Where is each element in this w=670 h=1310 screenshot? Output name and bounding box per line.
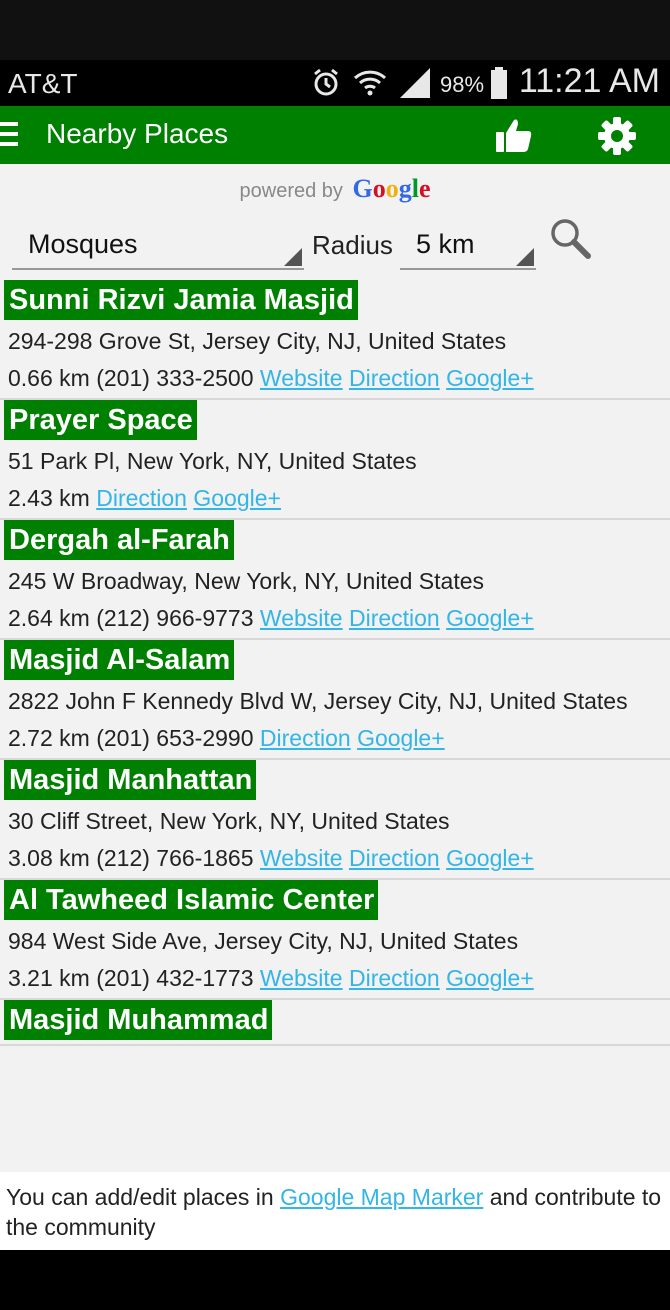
google-plus-link[interactable]: Google+ — [446, 845, 534, 871]
google-plus-link[interactable]: Google+ — [446, 605, 534, 631]
place-name[interactable]: Sunni Rizvi Jamia Masjid — [4, 280, 358, 320]
website-link[interactable]: Website — [260, 605, 343, 631]
place-address: 51 Park Pl, New York, NY, United States — [8, 448, 417, 474]
direction-link[interactable]: Direction — [260, 725, 351, 751]
menu-icon[interactable] — [0, 122, 20, 148]
place-name[interactable]: Masjid Muhammad — [4, 1000, 273, 1040]
place-distance: 3.08 km — [8, 845, 90, 871]
list-item: Dergah al-Farah 245 W Broadway, New York,… — [0, 520, 670, 640]
place-meta: 3.08 km (212) 766-1865 Website Direction… — [0, 837, 670, 874]
powered-by-text: powered by — [239, 180, 343, 202]
place-address: 2822 John F Kennedy Blvd W, Jersey City,… — [8, 688, 628, 714]
bottom-black-bar — [0, 1250, 670, 1310]
dropdown-triangle-icon — [284, 248, 302, 266]
place-distance: 0.66 km — [8, 365, 90, 391]
gear-icon[interactable] — [596, 116, 638, 160]
place-distance: 2.43 km — [8, 485, 90, 511]
place-distance: 2.72 km — [8, 725, 90, 751]
place-name[interactable]: Dergah al-Farah — [4, 520, 234, 560]
radius-value: 5 km — [416, 229, 475, 259]
radius-label: Radius — [312, 230, 393, 260]
website-link[interactable]: Website — [260, 965, 343, 991]
place-address: 984 West Side Ave, Jersey City, NJ, Unit… — [8, 928, 519, 954]
app-title: Nearby Places — [46, 118, 229, 149]
list-item: Prayer Space 51 Park Pl, New York, NY, Un… — [0, 400, 670, 520]
footer-prefix: You can add/edit places in — [6, 1184, 274, 1210]
radius-spinner[interactable]: 5 km — [400, 226, 536, 270]
website-link[interactable]: Website — [260, 845, 343, 871]
google-plus-link[interactable]: Google+ — [446, 365, 534, 391]
direction-link[interactable]: Direction — [349, 845, 440, 871]
category-spinner[interactable]: Mosques — [12, 226, 304, 270]
place-distance: 2.64 km — [8, 605, 90, 631]
content-area: powered by Google Mosques Radius 5 km Su… — [0, 164, 670, 1172]
top-black-bar — [0, 0, 670, 60]
direction-link[interactable]: Direction — [349, 965, 440, 991]
signal-icon — [398, 66, 432, 104]
place-phone[interactable]: (212) 966-9773 — [96, 605, 253, 631]
website-link[interactable]: Website — [260, 365, 343, 391]
place-meta: 2.64 km (212) 966-9773 Website Direction… — [0, 597, 670, 634]
direction-link[interactable]: Direction — [349, 365, 440, 391]
place-meta: 0.66 km (201) 333-2500 Website Direction… — [0, 357, 670, 394]
list-item: Masjid Muhammad — [0, 1000, 670, 1046]
place-meta: 3.21 km (201) 432-1773 Website Direction… — [0, 957, 670, 994]
alarm-icon — [312, 66, 340, 104]
place-name[interactable]: Al Tawheed Islamic Center — [4, 880, 379, 920]
list-item: Sunni Rizvi Jamia Masjid 294-298 Grove St… — [0, 280, 670, 400]
google-plus-link[interactable]: Google+ — [357, 725, 445, 751]
battery-percent: 98% — [440, 72, 485, 97]
carrier-label: AT&T — [8, 68, 78, 99]
place-name[interactable]: Masjid Manhattan — [4, 760, 257, 800]
place-name[interactable]: Masjid Al-Salam — [4, 640, 235, 680]
direction-link[interactable]: Direction — [96, 485, 187, 511]
place-meta: 2.43 km Direction Google+ — [0, 477, 670, 514]
clock: 11:21 AM — [518, 62, 660, 100]
status-bar: AT&T 98% 11:21 AM — [0, 60, 670, 106]
footer-note: You can add/edit places in Google Map Ma… — [0, 1172, 670, 1250]
app-bar: Nearby Places — [0, 106, 670, 164]
places-list: Sunni Rizvi Jamia Masjid 294-298 Grove St… — [0, 280, 670, 1046]
place-name[interactable]: Prayer Space — [4, 400, 197, 440]
thumbs-up-icon[interactable] — [494, 116, 534, 158]
place-phone[interactable]: (201) 432-1773 — [96, 965, 253, 991]
place-address: 245 W Broadway, New York, NY, United Sta… — [8, 568, 485, 594]
place-phone[interactable]: (201) 333-2500 — [96, 365, 253, 391]
google-plus-link[interactable]: Google+ — [446, 965, 534, 991]
google-logo: Google — [352, 174, 431, 203]
google-map-marker-link[interactable]: Google Map Marker — [280, 1184, 483, 1210]
list-item: Al Tawheed Islamic Center 984 West Side A… — [0, 880, 670, 1000]
dropdown-triangle-icon — [516, 248, 534, 266]
search-icon[interactable] — [548, 216, 592, 264]
google-plus-link[interactable]: Google+ — [193, 485, 281, 511]
category-value: Mosques — [28, 229, 138, 259]
place-phone[interactable]: (201) 653-2990 — [96, 725, 253, 751]
place-address: 294-298 Grove St, Jersey City, NJ, Unite… — [8, 328, 507, 354]
wifi-icon — [352, 66, 388, 104]
place-address: 30 Cliff Street, New York, NY, United St… — [8, 808, 450, 834]
place-phone[interactable]: (212) 766-1865 — [96, 845, 253, 871]
list-item: Masjid Al-Salam 2822 John F Kennedy Blvd … — [0, 640, 670, 760]
battery-icon — [490, 66, 508, 104]
list-item: Masjid Manhattan 30 Cliff Street, New Yor… — [0, 760, 670, 880]
powered-by-google: powered by Google — [0, 174, 670, 204]
place-meta: 2.72 km (201) 653-2990 Direction Google+ — [0, 717, 670, 754]
place-distance: 3.21 km — [8, 965, 90, 991]
direction-link[interactable]: Direction — [349, 605, 440, 631]
